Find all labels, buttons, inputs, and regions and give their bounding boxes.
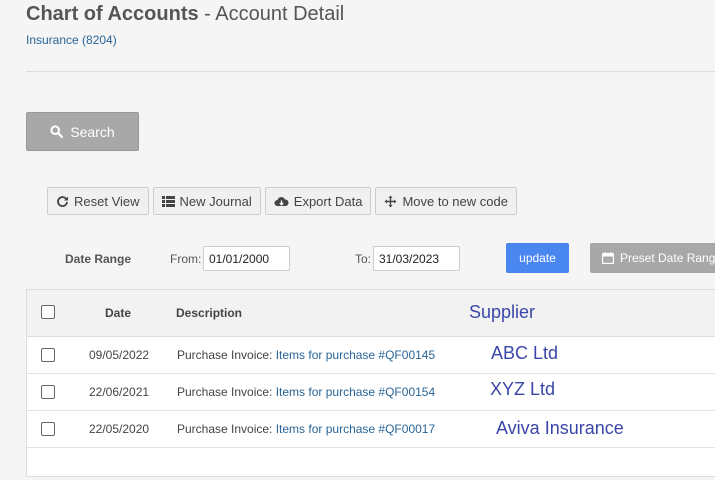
- row-description: Purchase Invoice: Items for purchase #QF…: [177, 385, 435, 399]
- row-checkbox[interactable]: [41, 348, 55, 362]
- row-description-prefix: Purchase Invoice:: [177, 422, 276, 436]
- reset-view-button[interactable]: Reset View: [47, 187, 149, 215]
- table-header: Date Description Supplier: [27, 290, 715, 337]
- row-supplier-annotation: Aviva Insurance: [496, 418, 624, 438]
- row-description-prefix: Purchase Invoice:: [177, 348, 276, 362]
- move-to-new-code-label: Move to new code: [402, 193, 508, 209]
- preset-date-range-label: Preset Date Range: [620, 251, 715, 265]
- from-label: From:: [170, 252, 202, 266]
- move-arrows-icon: [384, 195, 397, 207]
- row-date: 22/06/2021: [89, 385, 150, 399]
- preset-date-range-button[interactable]: Preset Date Range: [590, 243, 715, 273]
- search-button[interactable]: Search: [26, 112, 139, 151]
- row-supplier-annotation: ABC Ltd: [491, 343, 559, 363]
- new-journal-label: New Journal: [179, 193, 252, 209]
- row-description: Purchase Invoice: Items for purchase #QF…: [177, 422, 435, 436]
- row-description-prefix: Purchase Invoice:: [177, 385, 276, 399]
- search-icon: [50, 125, 64, 138]
- column-annotation-supplier: Supplier: [469, 302, 536, 322]
- table-row: 22/06/2021 Purchase Invoice: Items for p…: [27, 373, 715, 411]
- new-journal-button[interactable]: New Journal: [152, 187, 261, 215]
- to-date-input[interactable]: 31/03/2023: [373, 246, 460, 271]
- reset-view-label: Reset View: [74, 193, 140, 209]
- search-button-label: Search: [70, 123, 115, 140]
- row-date: 22/05/2020: [89, 422, 150, 436]
- table-row: 09/05/2022 Purchase Invoice: Items for p…: [27, 336, 715, 374]
- column-header-description[interactable]: Description: [176, 306, 242, 320]
- from-date-input[interactable]: 01/01/2000: [203, 246, 290, 271]
- account-name-link[interactable]: Insurance (8204): [26, 33, 117, 47]
- refresh-icon: [57, 195, 68, 207]
- header-divider: [26, 71, 715, 72]
- column-header-date[interactable]: Date: [105, 306, 131, 320]
- page-title: Chart of Accounts - Account Detail: [26, 3, 344, 26]
- row-description: Purchase Invoice: Items for purchase #QF…: [177, 348, 435, 362]
- move-to-new-code-button[interactable]: Move to new code: [375, 187, 517, 215]
- export-data-label: Export Data: [293, 193, 363, 209]
- row-checkbox[interactable]: [41, 385, 55, 399]
- row-checkbox[interactable]: [41, 422, 55, 436]
- to-label: To:: [355, 252, 372, 266]
- row-description-link[interactable]: Items for purchase #QF00017: [276, 422, 435, 436]
- page-title-sub: - Account Detail: [198, 3, 345, 25]
- select-all-checkbox[interactable]: [41, 305, 55, 319]
- row-description-link[interactable]: Items for purchase #QF00154: [276, 385, 435, 399]
- cloud-download-icon: [274, 196, 289, 206]
- page-title-main: Chart of Accounts: [26, 3, 199, 25]
- row-description-link[interactable]: Items for purchase #QF00145: [276, 348, 435, 362]
- action-toolbar: Reset View New Journal Export Data Move …: [47, 187, 517, 215]
- transactions-table: Date Description Supplier 09/05/2022 Pur…: [26, 289, 715, 477]
- row-date: 09/05/2022: [89, 348, 150, 362]
- update-button[interactable]: update: [506, 243, 569, 273]
- export-data-button[interactable]: Export Data: [264, 187, 372, 215]
- row-supplier-annotation: XYZ Ltd: [490, 379, 556, 399]
- list-icon: [161, 195, 175, 207]
- calendar-icon: [602, 252, 614, 264]
- date-range-label: Date Range: [65, 252, 132, 266]
- table-row: 22/05/2020 Purchase Invoice: Items for p…: [27, 410, 715, 448]
